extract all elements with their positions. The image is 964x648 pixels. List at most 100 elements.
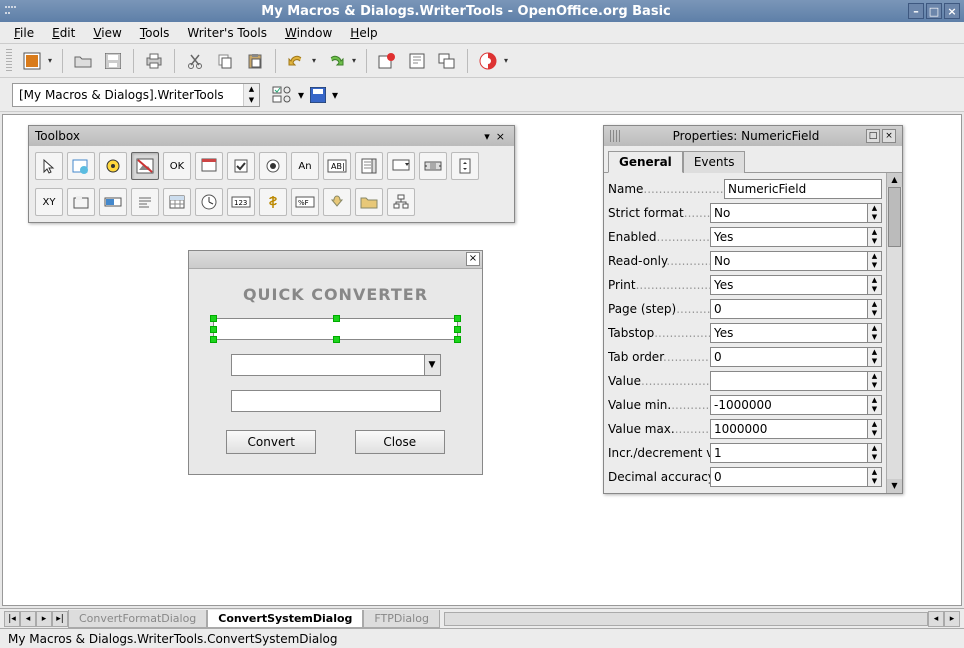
tool-tree[interactable] — [387, 188, 415, 216]
dialog-close-icon[interactable]: × — [466, 252, 480, 266]
tool-progress[interactable] — [99, 188, 127, 216]
cut-button[interactable] — [181, 47, 209, 75]
tab-nav-last[interactable]: ▸| — [52, 611, 68, 627]
toolbox-titlebar[interactable]: Toolbox ▾ × — [29, 126, 514, 146]
tool-push[interactable] — [323, 188, 351, 216]
library-input[interactable] — [13, 86, 243, 104]
dialog-combobox[interactable]: ▼ — [231, 354, 441, 376]
menu-writerstools[interactable]: Writer's Tools — [179, 23, 275, 43]
prop-spinner[interactable]: ▲▼ — [868, 419, 882, 439]
prop-value-input[interactable] — [710, 227, 868, 247]
prop-spinner[interactable]: ▲▼ — [868, 275, 882, 295]
library-spinner[interactable]: ▲▼ — [243, 84, 259, 106]
properties-titlebar[interactable]: Properties: NumericField □ × — [604, 126, 902, 146]
tool-listbox[interactable] — [355, 152, 383, 180]
tab-events[interactable]: Events — [683, 151, 746, 173]
prop-spinner[interactable]: ▲▼ — [868, 251, 882, 271]
dialog-form[interactable]: × QUICK CONVERTER ▼ Convert — [188, 250, 483, 475]
resize-handle[interactable] — [210, 336, 217, 343]
help-button[interactable] — [474, 47, 502, 75]
prop-value-input[interactable] — [710, 347, 868, 367]
tab-nav-first[interactable]: |◂ — [4, 611, 20, 627]
dropdown-icon[interactable]: ▾ — [332, 88, 338, 102]
dropdown-icon[interactable]: ▾ — [504, 56, 512, 65]
prop-value-input[interactable] — [710, 419, 868, 439]
horizontal-scroll[interactable] — [444, 612, 928, 626]
properties-close-icon[interactable]: × — [882, 129, 896, 143]
tool-folder[interactable] — [355, 188, 383, 216]
tool-numeric[interactable]: 123 — [227, 188, 255, 216]
prop-value-input[interactable] — [710, 323, 868, 343]
library-combo[interactable]: ▲▼ — [12, 83, 260, 107]
scroll-up-icon[interactable]: ▲ — [887, 173, 902, 187]
properties-panel[interactable]: Properties: NumericField □ × General Eve… — [603, 125, 903, 494]
tool-checkbox[interactable] — [227, 152, 255, 180]
tool-combo[interactable] — [387, 152, 415, 180]
tool-select[interactable] — [35, 152, 63, 180]
close-dialog-button[interactable]: Close — [355, 430, 445, 454]
prop-value-input[interactable] — [710, 371, 868, 391]
scroll-down-icon[interactable]: ▼ — [887, 479, 902, 493]
resize-handle[interactable] — [210, 326, 217, 333]
module-tab-ftpdialog[interactable]: FTPDialog — [363, 610, 440, 628]
menu-file[interactable]: File — [6, 23, 42, 43]
toolbox-close-icon[interactable]: × — [493, 130, 508, 143]
prop-value-input[interactable] — [710, 275, 868, 295]
prop-spinner[interactable]: ▲▼ — [868, 203, 882, 223]
maximize-button[interactable]: □ — [926, 3, 942, 19]
paste-button[interactable] — [241, 47, 269, 75]
module-tab-convertsystemdialog[interactable]: ConvertSystemDialog — [207, 610, 363, 628]
close-button[interactable]: × — [944, 3, 960, 19]
controls-button[interactable] — [272, 86, 292, 104]
tool-dialog-test[interactable] — [195, 152, 223, 180]
tool-image-control[interactable] — [131, 152, 159, 180]
dialogs-button[interactable] — [433, 47, 461, 75]
tab-general[interactable]: General — [608, 151, 683, 173]
prop-value-input[interactable] — [710, 395, 868, 415]
tool-percent[interactable]: %F — [291, 188, 319, 216]
save-button[interactable] — [99, 47, 127, 75]
tool-spin[interactable] — [451, 152, 479, 180]
dialog-titlebar[interactable]: × — [189, 251, 482, 269]
prop-value-input[interactable] — [710, 299, 868, 319]
tab-nav-prev[interactable]: ◂ — [20, 611, 36, 627]
tool-table[interactable] — [163, 188, 191, 216]
dialog-canvas[interactable]: Toolbox ▾ × OKAnAB|XY123%F × QUICK CONVE… — [2, 114, 962, 606]
menu-tools[interactable]: Tools — [132, 23, 178, 43]
minimize-button[interactable]: – — [908, 3, 924, 19]
prop-spinner[interactable]: ▲▼ — [868, 395, 882, 415]
dropdown-icon[interactable]: ▾ — [48, 56, 56, 65]
dropdown-icon[interactable]: ▾ — [312, 56, 320, 65]
tab-nav-next[interactable]: ▸ — [36, 611, 52, 627]
macros-button[interactable] — [373, 47, 401, 75]
prop-value-input[interactable] — [724, 179, 882, 199]
convert-button[interactable]: Convert — [226, 430, 316, 454]
tool-wizard[interactable] — [99, 152, 127, 180]
menu-view[interactable]: View — [85, 23, 129, 43]
prop-value-input[interactable] — [710, 203, 868, 223]
menu-edit[interactable]: Edit — [44, 23, 83, 43]
resize-handle[interactable] — [333, 315, 340, 322]
tool-currency[interactable] — [259, 188, 287, 216]
redo-button[interactable] — [322, 47, 350, 75]
tool-radio[interactable] — [259, 152, 287, 180]
tool-ok-btn[interactable]: OK — [163, 152, 191, 180]
tool-insert-controls[interactable] — [67, 152, 95, 180]
tool-frame[interactable] — [67, 188, 95, 216]
scroll-left[interactable]: ◂ — [928, 611, 944, 627]
menu-help[interactable]: Help — [342, 23, 385, 43]
grip-icon[interactable] — [610, 130, 622, 142]
print-button[interactable] — [140, 47, 168, 75]
chevron-down-icon[interactable]: ▼ — [424, 355, 440, 375]
tool-xy-frame[interactable]: XY — [35, 188, 63, 216]
resize-handle[interactable] — [454, 326, 461, 333]
prop-spinner[interactable]: ▲▼ — [868, 443, 882, 463]
resize-handle[interactable] — [333, 336, 340, 343]
open-button[interactable] — [69, 47, 97, 75]
dropdown-icon[interactable]: ▾ — [352, 56, 360, 65]
dropdown-icon[interactable]: ▾ — [298, 88, 304, 102]
prop-spinner[interactable]: ▲▼ — [868, 299, 882, 319]
module-button[interactable] — [18, 47, 46, 75]
properties-scrollbar[interactable]: ▲ ▼ — [886, 173, 902, 493]
save-basic-button[interactable] — [310, 87, 326, 103]
